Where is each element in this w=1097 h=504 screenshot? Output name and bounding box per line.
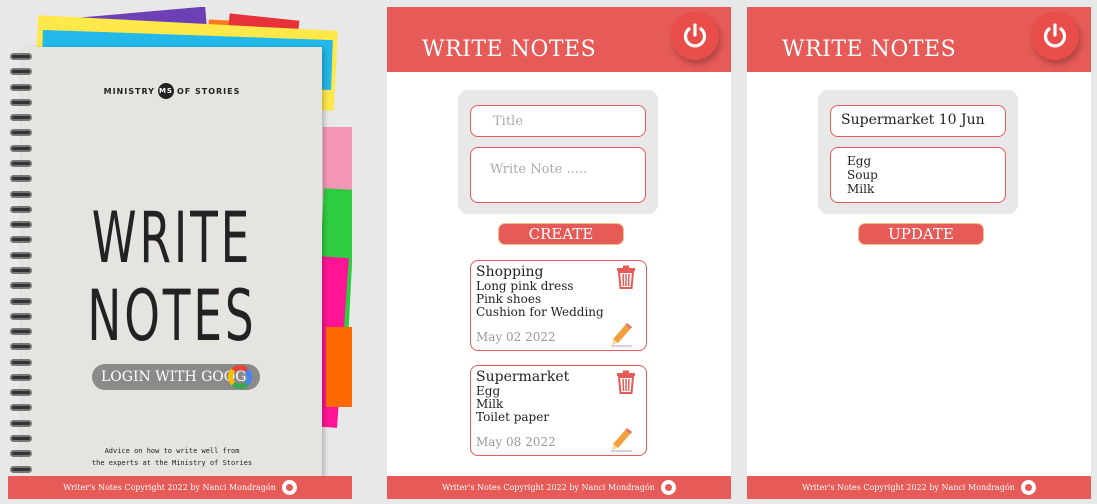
edit-pencil-icon[interactable]: [610, 321, 634, 347]
update-button[interactable]: UPDATE: [858, 223, 984, 245]
ms-badge-icon: MS: [157, 83, 174, 99]
note-card: Shopping Long pink dress Pink shoes Cush…: [470, 260, 647, 351]
note-textarea[interactable]: Egg Soup Milk: [830, 147, 1006, 203]
google-icon: [228, 365, 252, 389]
advice-line-2: the experts at the Ministry of Stories: [91, 459, 253, 467]
login-panel: MINISTRY MS OF STORIES WRITE NOTES LOGIN…: [8, 7, 352, 499]
note-line: Toilet paper: [476, 410, 550, 424]
note-form: Title Write Note .....: [458, 90, 658, 214]
trash-icon[interactable]: [615, 370, 637, 394]
power-icon: [683, 23, 707, 48]
footer: Writer's Notes Copyright 2022 by Nanci M…: [387, 476, 731, 499]
logout-button[interactable]: [1031, 12, 1079, 60]
note-date: May 08 2022: [476, 435, 556, 449]
note-form: Supermarket 10 Jun Egg Soup Milk: [818, 90, 1018, 214]
spiral-binding: [10, 53, 34, 473]
login-with-google-button[interactable]: LOGIN WITH GOOG: [92, 364, 260, 390]
create-button[interactable]: CREATE: [498, 223, 624, 245]
title-input[interactable]: Title: [470, 105, 646, 137]
app-header: WRITE NOTES: [387, 7, 731, 72]
app-header: WRITE NOTES: [747, 7, 1091, 72]
edit-pencil-icon[interactable]: [610, 426, 634, 452]
github-icon[interactable]: [660, 480, 676, 495]
footer: Writer's Notes Copyright 2022 by Nanci M…: [8, 476, 352, 499]
paper-orange-2: [326, 327, 352, 407]
app-title: WRITE NOTES: [422, 37, 597, 62]
trash-icon[interactable]: [615, 265, 637, 289]
footer-text: Writer's Notes Copyright 2022 by Nanci M…: [802, 483, 1015, 492]
note-line: Cushion for Wedding: [476, 305, 604, 319]
create-panel: WRITE NOTES Title Write Note ..... CREAT…: [387, 7, 731, 499]
paper-pink: [323, 127, 352, 197]
notebook-cover: MINISTRY MS OF STORIES WRITE NOTES LOGIN…: [10, 47, 322, 477]
brand-right: OF STORIES: [176, 86, 241, 96]
advice-line-1: Advice on how to write well from: [104, 447, 240, 455]
power-icon: [1043, 23, 1067, 48]
brand-left: MINISTRY: [103, 86, 155, 96]
footer-text: Writer's Notes Copyright 2022 by Nanci M…: [442, 483, 655, 492]
note-line: Milk: [847, 182, 875, 196]
login-button-label: LOGIN WITH GOOG: [101, 369, 247, 385]
note-textarea[interactable]: Write Note .....: [470, 147, 646, 203]
footer-text: Writer's Notes Copyright 2022 by Nanci M…: [63, 483, 276, 492]
cover-title-write: WRITE: [91, 197, 253, 279]
note-line: Soup: [847, 168, 878, 182]
edit-panel: WRITE NOTES Supermarket 10 Jun Egg Soup …: [747, 7, 1091, 499]
ministry-logo: MINISTRY MS OF STORIES: [22, 83, 322, 99]
title-input[interactable]: Supermarket 10 Jun: [830, 105, 1006, 137]
note-line: Egg: [847, 154, 872, 168]
github-icon[interactable]: [281, 480, 297, 495]
note-card: Supermarket Egg Milk Toilet paper May 08…: [470, 365, 647, 456]
github-icon[interactable]: [1020, 480, 1036, 495]
note-date: May 02 2022: [476, 330, 556, 344]
advice-text: Advice on how to write well from the exp…: [22, 445, 322, 469]
logout-button[interactable]: [671, 12, 719, 60]
footer: Writer's Notes Copyright 2022 by Nanci M…: [747, 476, 1091, 499]
app-title: WRITE NOTES: [782, 37, 957, 62]
cover-title-notes: NOTES: [87, 275, 257, 357]
